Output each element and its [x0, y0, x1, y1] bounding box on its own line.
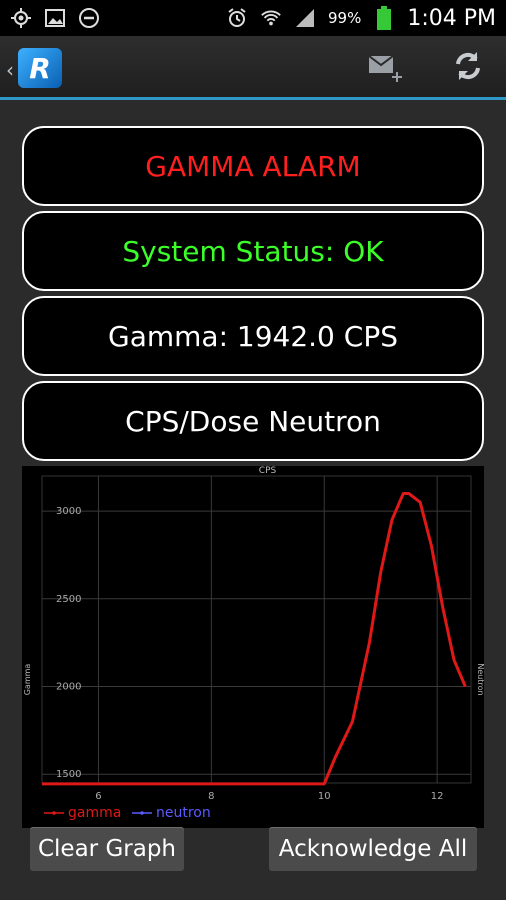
status-bar: 99% 1:04 PM	[0, 0, 506, 36]
x-tick-label: 6	[95, 791, 101, 802]
chart-svg: 6 8 10 12 1500 2000 2500 3000 CPS Gamma Neutron gam…	[23, 466, 484, 821]
compose-mail-button[interactable]	[366, 50, 406, 86]
y-axis-label-left: Gamma	[23, 664, 32, 696]
wifi-icon	[260, 7, 282, 29]
y-tick-label: 3000	[56, 506, 81, 517]
battery-icon	[373, 6, 395, 30]
y-tick-label: 2000	[56, 682, 81, 693]
alarm-icon	[226, 7, 248, 29]
x-tick-label: 12	[431, 791, 444, 802]
cps-dose-toggle-panel[interactable]: CPS/Dose Neutron	[22, 381, 484, 461]
y-tick-label: 2500	[56, 594, 81, 605]
gamma-reading-panel[interactable]: Gamma: 1942.0 CPS	[22, 296, 484, 376]
mail-add-icon	[366, 48, 406, 88]
x-tick-label: 10	[318, 791, 331, 802]
refresh-button[interactable]	[448, 50, 488, 86]
series-line-gamma	[42, 492, 467, 786]
do-not-disturb-icon	[78, 7, 100, 29]
legend-marker-neutron	[140, 811, 144, 815]
battery-percent: 99%	[328, 9, 362, 27]
clear-graph-button[interactable]: Clear Graph	[30, 827, 184, 871]
x-tick-label: 8	[208, 791, 214, 802]
legend-marker-gamma	[52, 811, 56, 815]
refresh-icon	[450, 48, 486, 88]
gamma-alarm-panel[interactable]: GAMMA ALARM	[22, 126, 484, 206]
signal-icon	[294, 7, 316, 29]
app-logo[interactable]: R	[18, 48, 62, 88]
cps-chart[interactable]: 6 8 10 12 1500 2000 2500 3000 CPS Gamma Neutron gam…	[22, 466, 484, 828]
clock: 1:04 PM	[407, 5, 496, 31]
gps-icon	[10, 7, 32, 29]
y-axis-label-right: Neutron	[476, 663, 484, 695]
chart-title: CPS	[259, 466, 277, 476]
legend-label-neutron: neutron	[156, 805, 211, 821]
system-status-panel[interactable]: System Status: OK	[22, 211, 484, 291]
legend-label-gamma: gamma	[68, 805, 121, 821]
image-icon	[44, 7, 66, 29]
plot-area	[41, 475, 472, 784]
y-tick-label: 1500	[56, 769, 81, 780]
action-bar: ‹ R	[0, 36, 506, 100]
acknowledge-all-button[interactable]: Acknowledge All	[269, 827, 477, 871]
back-chevron-icon[interactable]: ‹	[6, 58, 14, 82]
